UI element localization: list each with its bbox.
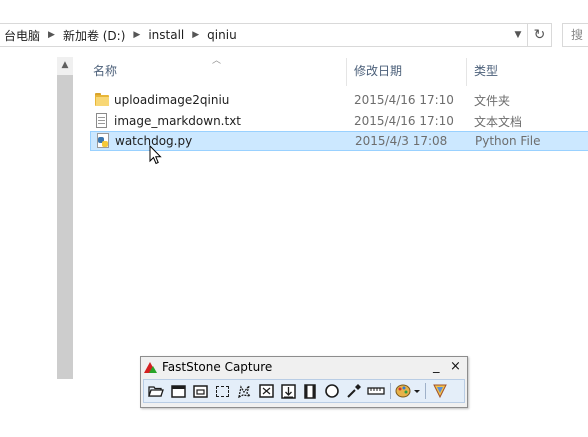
navigation-pane-scrollbar[interactable]: ▲ <box>57 57 73 379</box>
address-history-dropdown-icon[interactable]: ▼ <box>509 24 527 46</box>
scroll-up-arrow-icon[interactable]: ▲ <box>57 57 73 73</box>
refresh-icon: ↻ <box>533 27 546 43</box>
file-date: 2015/4/3 17:08 <box>355 134 448 148</box>
folder-icon <box>94 92 110 108</box>
column-header-name[interactable]: 名称 <box>93 62 117 79</box>
file-date: 2015/4/16 17:10 <box>354 93 454 107</box>
breadcrumb-chevron-icon[interactable]: ▶ <box>44 30 59 40</box>
magnifier-icon[interactable] <box>322 382 342 400</box>
address-bar[interactable]: 台电脑 ▶ 新加卷 (D:) ▶ install ▶ qiniu ▼ <box>0 23 528 47</box>
open-icon[interactable] <box>146 382 166 400</box>
text-file-icon <box>94 113 110 129</box>
breadcrumb-install[interactable]: install ▶ <box>144 28 203 42</box>
mouse-pointer-icon <box>149 145 162 165</box>
column-header-type[interactable]: 类型 <box>474 62 498 79</box>
breadcrumb-this-pc[interactable]: 台电脑 ▶ <box>0 27 59 44</box>
faststone-title-bar[interactable]: FastStone Capture _ × <box>141 357 467 377</box>
faststone-capture-panel[interactable]: FastStone Capture _ × <box>140 356 468 408</box>
breadcrumb-drive-d[interactable]: 新加卷 (D:) ▶ <box>59 27 144 44</box>
minimize-button[interactable]: _ <box>433 359 440 374</box>
screen-ruler-icon[interactable] <box>366 382 386 400</box>
scrollbar-thumb[interactable] <box>57 75 73 379</box>
capture-scrolling-window-icon[interactable] <box>278 382 298 400</box>
output-options-icon[interactable] <box>395 382 421 400</box>
toolbar-separator <box>425 383 426 399</box>
faststone-toolbar <box>143 379 465 403</box>
file-type: 文件夹 <box>474 93 511 108</box>
toolbar-separator <box>390 383 391 399</box>
column-divider[interactable] <box>466 58 467 86</box>
file-row-uploadimage2qiniu[interactable]: uploadimage2qiniu 2015/4/16 17:10 文件夹 <box>90 90 588 110</box>
file-date: 2015/4/16 17:10 <box>354 114 454 128</box>
capture-window-object-icon[interactable] <box>190 382 210 400</box>
faststone-logo-icon <box>144 360 158 374</box>
capture-full-screen-icon[interactable] <box>256 382 276 400</box>
breadcrumb-qiniu[interactable]: qiniu <box>203 28 241 42</box>
file-name: uploadimage2qiniu <box>114 93 230 107</box>
column-header-date-modified[interactable]: 修改日期 <box>354 62 402 79</box>
file-type: Python File <box>475 134 541 148</box>
settings-icon[interactable] <box>430 382 450 400</box>
screen-recorder-icon[interactable] <box>300 382 320 400</box>
breadcrumb-chevron-icon[interactable]: ▶ <box>188 30 203 40</box>
close-button[interactable]: × <box>450 359 461 374</box>
file-row-image-markdown-txt[interactable]: image_markdown.txt 2015/4/16 17:10 文本文档 <box>90 111 588 131</box>
capture-rectangle-icon[interactable] <box>212 382 232 400</box>
color-picker-icon[interactable] <box>344 382 364 400</box>
file-type: 文本文档 <box>474 114 523 129</box>
file-name: image_markdown.txt <box>114 114 242 128</box>
search-input[interactable]: 搜 <box>562 23 588 47</box>
file-row-watchdog-py[interactable]: watchdog.py 2015/4/3 17:08 Python File <box>90 131 588 151</box>
capture-active-window-icon[interactable] <box>168 382 188 400</box>
faststone-title: FastStone Capture <box>162 360 273 374</box>
breadcrumb-chevron-icon[interactable]: ▶ <box>129 30 144 40</box>
capture-freehand-icon[interactable] <box>234 382 254 400</box>
column-divider[interactable] <box>346 58 347 86</box>
sort-ascending-icon: ︿ <box>212 56 222 66</box>
refresh-button[interactable]: ↻ <box>528 23 552 47</box>
python-file-icon <box>95 133 111 149</box>
